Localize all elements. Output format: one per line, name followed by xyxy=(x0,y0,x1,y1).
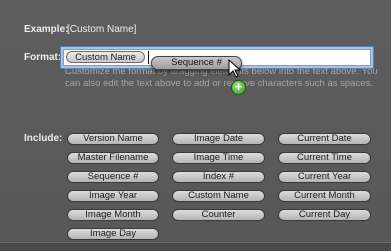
plus-icon: + xyxy=(231,80,246,95)
text-caret xyxy=(148,51,149,64)
example-value: [Custom Name] xyxy=(67,24,137,35)
token-image-month[interactable]: Image Month xyxy=(67,209,159,221)
token-current-month[interactable]: Current Month xyxy=(278,190,371,202)
token-image-day[interactable]: Image Day xyxy=(67,228,159,240)
token-current-time[interactable]: Current Time xyxy=(278,152,371,164)
token-counter[interactable]: Counter xyxy=(172,209,265,221)
token-current-date[interactable]: Current Date xyxy=(278,133,371,145)
example-label: Example: xyxy=(24,24,69,35)
token-image-time[interactable]: Image Time xyxy=(172,152,265,164)
token-master-filename[interactable]: Master Filename xyxy=(67,152,159,164)
token-index[interactable]: Index # xyxy=(172,171,265,183)
format-label: Format: xyxy=(24,52,62,63)
format-token-custom-name[interactable]: Custom Name xyxy=(66,51,145,63)
token-custom-name[interactable]: Custom Name xyxy=(172,190,265,202)
token-image-date[interactable]: Image Date xyxy=(172,133,265,145)
token-current-year[interactable]: Current Year xyxy=(278,171,371,183)
arrow-cursor-icon xyxy=(228,59,242,78)
token-sequence[interactable]: Sequence # xyxy=(67,171,159,183)
token-version-name[interactable]: Version Name xyxy=(67,133,159,145)
token-image-year[interactable]: Image Year xyxy=(67,190,159,202)
include-label: Include: xyxy=(24,133,63,144)
token-current-day[interactable]: Current Day xyxy=(278,209,371,221)
